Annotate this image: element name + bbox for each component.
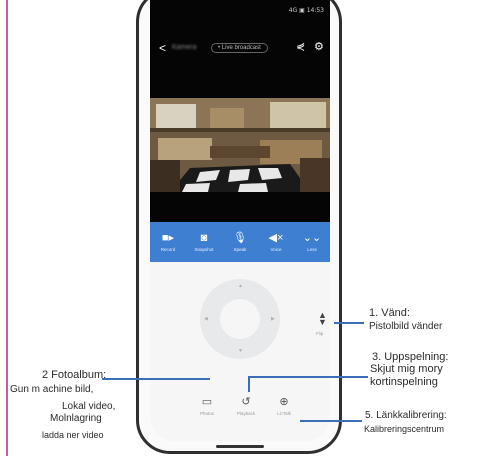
flip-callout-line — [334, 322, 364, 324]
double-chevron-down-icon: ⌄⌄ — [302, 232, 322, 244]
share-icon[interactable]: ⋞ — [296, 40, 305, 53]
home-indicator — [216, 445, 264, 448]
pan-down-icon[interactable]: ▼ — [238, 348, 243, 354]
snapshot-label: Snapshot — [194, 247, 214, 252]
control-toolbar: ■▸ Record ◙ Snapshot 🎙 Speak ◀× Voice ⌄⌄… — [150, 222, 330, 262]
album-annotation-line3: Molnlagring — [50, 413, 102, 424]
speaker-mute-icon: ◀× — [268, 232, 284, 244]
speak-button[interactable]: 🎙 Speak — [224, 232, 256, 252]
less-button[interactable]: ⌄⌄ Less — [296, 232, 328, 252]
photos-button[interactable]: ▭ Photos — [194, 396, 220, 416]
flip-annotation-title: 1. Vänd: — [369, 307, 410, 319]
voice-button[interactable]: ◀× Voice — [260, 232, 292, 252]
record-button[interactable]: ■▸ Record — [152, 232, 184, 252]
pan-left-icon[interactable]: ◀ — [204, 316, 208, 322]
back-arrow-icon[interactable]: < — [159, 42, 166, 54]
pan-up-icon[interactable]: ▲ — [238, 283, 243, 289]
flip-annotation-text: Pistolbild vänder — [369, 321, 443, 332]
playback-annotation-line2: kortinspelning — [370, 376, 438, 388]
live-broadcast-pill[interactable]: • Live broadcast — [211, 43, 268, 53]
calibration-annotation-title: 5. Länkkalibrering: — [365, 410, 447, 421]
camera-title: Kamera — [172, 44, 197, 51]
album-annotation-line1: Gun m achine bild, — [10, 384, 94, 395]
status-bar: 4G ▣ 14:53 — [288, 7, 324, 14]
snapshot-button[interactable]: ◙ Snapshot — [188, 232, 220, 252]
video-panel: 4G ▣ 14:53 < Kamera • Live broadcast ⋞ ⚙ — [150, 0, 330, 222]
less-label: Less — [307, 247, 317, 252]
calibration-label: LCTalk — [277, 411, 291, 416]
playback-clock-icon: ↺ — [241, 396, 251, 408]
joystick-center — [220, 299, 260, 339]
calibration-callout-line — [300, 420, 362, 422]
flip-icon[interactable]: ▲ ▼ — [318, 311, 327, 327]
camera-icon: ◙ — [200, 232, 208, 244]
album-annotation-title: 2 Fotoalbum: — [42, 369, 107, 381]
playback-annotation-line1: Skjut mig mory — [370, 363, 443, 375]
left-accent-border — [6, 0, 8, 456]
playback-callout-drop — [248, 376, 250, 392]
album-annotation-line2: Lokal video, — [62, 401, 116, 412]
app-screen: 4G ▣ 14:53 < Kamera • Live broadcast ⋞ ⚙ — [150, 0, 330, 441]
live-video-feed — [150, 98, 330, 192]
record-label: Record — [160, 247, 176, 252]
album-callout-line — [102, 378, 210, 380]
speak-label: Speak — [233, 247, 247, 252]
calibration-annotation-text: Kalibreringscentrum — [364, 424, 445, 434]
voice-label: Voice — [270, 247, 282, 252]
calibration-button[interactable]: ⊕ LCTalk — [271, 396, 297, 416]
photo-album-icon: ▭ — [201, 396, 213, 408]
pan-right-icon[interactable]: ▶ — [271, 316, 275, 322]
playback-annotation-title: 3. Uppspelning: — [372, 351, 449, 363]
album-annotation-line4: ladda ner video — [42, 430, 104, 440]
playback-label: Playback — [236, 411, 256, 416]
microphone-icon: 🎙 — [233, 232, 247, 244]
playback-callout-line — [248, 376, 368, 378]
photos-label: Photos — [199, 411, 214, 416]
flip-label: Flip — [316, 331, 324, 336]
playback-button[interactable]: ↺ Playback — [233, 396, 259, 416]
ptz-joystick[interactable]: ▲ ▼ ◀ ▶ — [200, 279, 280, 359]
video-camera-icon: ■▸ — [161, 232, 175, 244]
gear-icon[interactable]: ⚙ — [314, 40, 324, 53]
calibration-target-icon: ⊕ — [279, 396, 289, 408]
